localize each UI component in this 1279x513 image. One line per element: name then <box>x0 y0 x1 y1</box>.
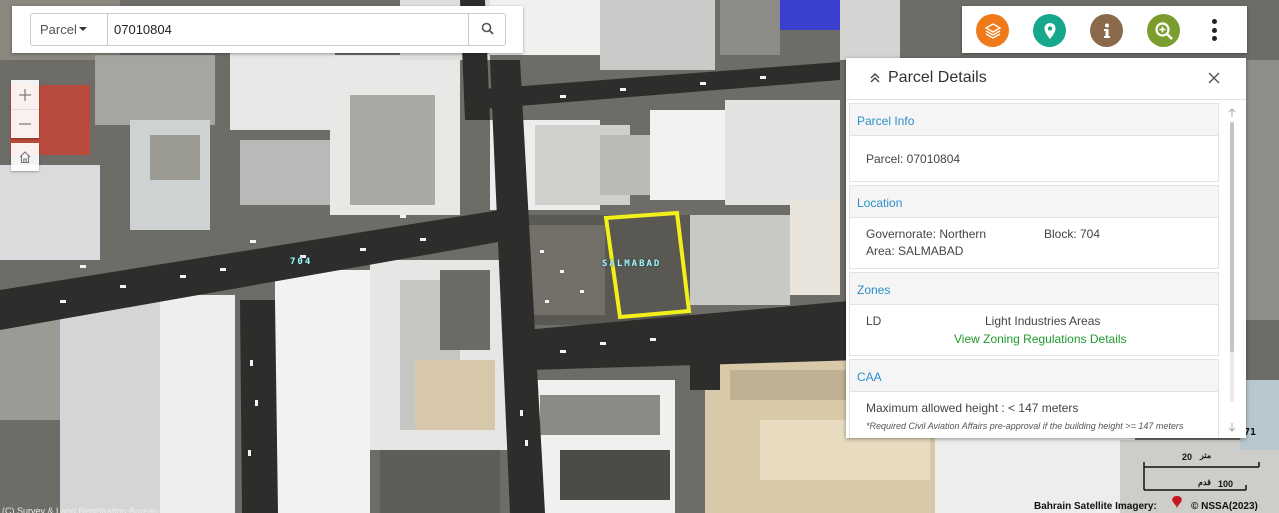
minus-icon <box>19 123 31 125</box>
survey-credit: (C) Survey & Land Registration Bureau & … <box>2 506 202 513</box>
panel-header: Parcel Details <box>846 58 1246 100</box>
imagery-credit: Bahrain Satellite Imagery: <box>1034 501 1157 512</box>
panel-scrollbar[interactable] <box>1227 106 1237 436</box>
scroll-down-icon[interactable] <box>1227 422 1237 432</box>
home-icon <box>19 151 31 164</box>
section-caa: CAA Maximum allowed height : < 147 meter… <box>849 359 1219 438</box>
section-title: Zones <box>850 273 1218 305</box>
zoom-out-button[interactable] <box>11 109 39 138</box>
scale-metric-unit: متر <box>1200 451 1212 460</box>
layers-icon <box>984 22 1001 39</box>
scale-imperial-unit: قدم <box>1198 478 1211 487</box>
scrollbar-thumb[interactable] <box>1230 122 1234 352</box>
collapse-icon[interactable] <box>868 71 882 85</box>
block-value: Block: 704 <box>1044 227 1101 241</box>
search-type-label: Parcel <box>40 22 77 37</box>
copyright-credit: © NSSA(2023) <box>1191 501 1258 512</box>
area-label: SALMABAD <box>602 259 662 269</box>
map-toolbar <box>962 6 1247 53</box>
search-input[interactable] <box>107 13 469 46</box>
more-vert-icon[interactable] <box>1205 17 1223 43</box>
section-title: CAA <box>850 360 1218 392</box>
parcel-details-panel: Parcel Details Parcel Info Parcel: 07010… <box>846 58 1246 438</box>
governorate-value: Governorate: Northern <box>866 227 987 241</box>
panel-body[interactable]: Parcel Info Parcel: 07010804 Location Go… <box>849 103 1219 438</box>
street-label: 704 <box>290 257 313 267</box>
plus-icon <box>19 88 31 101</box>
panel-title: Parcel Details <box>888 69 987 86</box>
location-pin-icon <box>1044 22 1055 39</box>
zoom-controls <box>11 80 39 138</box>
scale-metric-value: 20 <box>1182 452 1193 462</box>
section-title: Location <box>850 186 1218 218</box>
nssa-logo-icon <box>1168 494 1186 510</box>
zoning-regulations-link[interactable]: View Zoning Regulations Details <box>954 332 1127 346</box>
zone-name: Light Industries Areas <box>985 314 1101 328</box>
search-type-dropdown[interactable]: Parcel <box>30 13 107 46</box>
area-value: Area: SALMABAD <box>866 244 964 258</box>
home-button[interactable] <box>11 143 39 171</box>
section-title: Parcel Info <box>850 104 1218 136</box>
scroll-up-icon[interactable] <box>1227 108 1237 118</box>
section-parcel-info: Parcel Info Parcel: 07010804 <box>849 103 1219 182</box>
zone-code: LD <box>866 314 882 328</box>
info-button[interactable] <box>1090 14 1123 47</box>
caret-down-icon <box>78 27 87 31</box>
scale-imperial-value: 100 <box>1218 479 1234 489</box>
location-button[interactable] <box>1033 14 1066 47</box>
section-location: Location Governorate: Northern Block: 70… <box>849 185 1219 269</box>
zoom-search-icon <box>1154 21 1173 40</box>
max-height-value: Maximum allowed height : < 147 meters <box>866 401 1079 415</box>
scale-bar: 20 متر 100 قدم <box>1134 448 1264 498</box>
search-icon <box>481 22 494 38</box>
section-zones: Zones LD Light Industries Areas View Zon… <box>849 272 1219 356</box>
parcel-number: Parcel: 07010804 <box>866 152 961 166</box>
zoom-in-button[interactable] <box>11 80 39 109</box>
close-icon[interactable] <box>1206 70 1222 86</box>
search-bar: Parcel <box>12 6 523 53</box>
layers-button[interactable] <box>976 14 1009 47</box>
search-button[interactable] <box>468 13 506 46</box>
caa-note: *Required Civil Aviation Affairs pre-app… <box>866 421 1184 431</box>
zoom-search-button[interactable] <box>1147 14 1180 47</box>
info-icon <box>1103 23 1110 38</box>
